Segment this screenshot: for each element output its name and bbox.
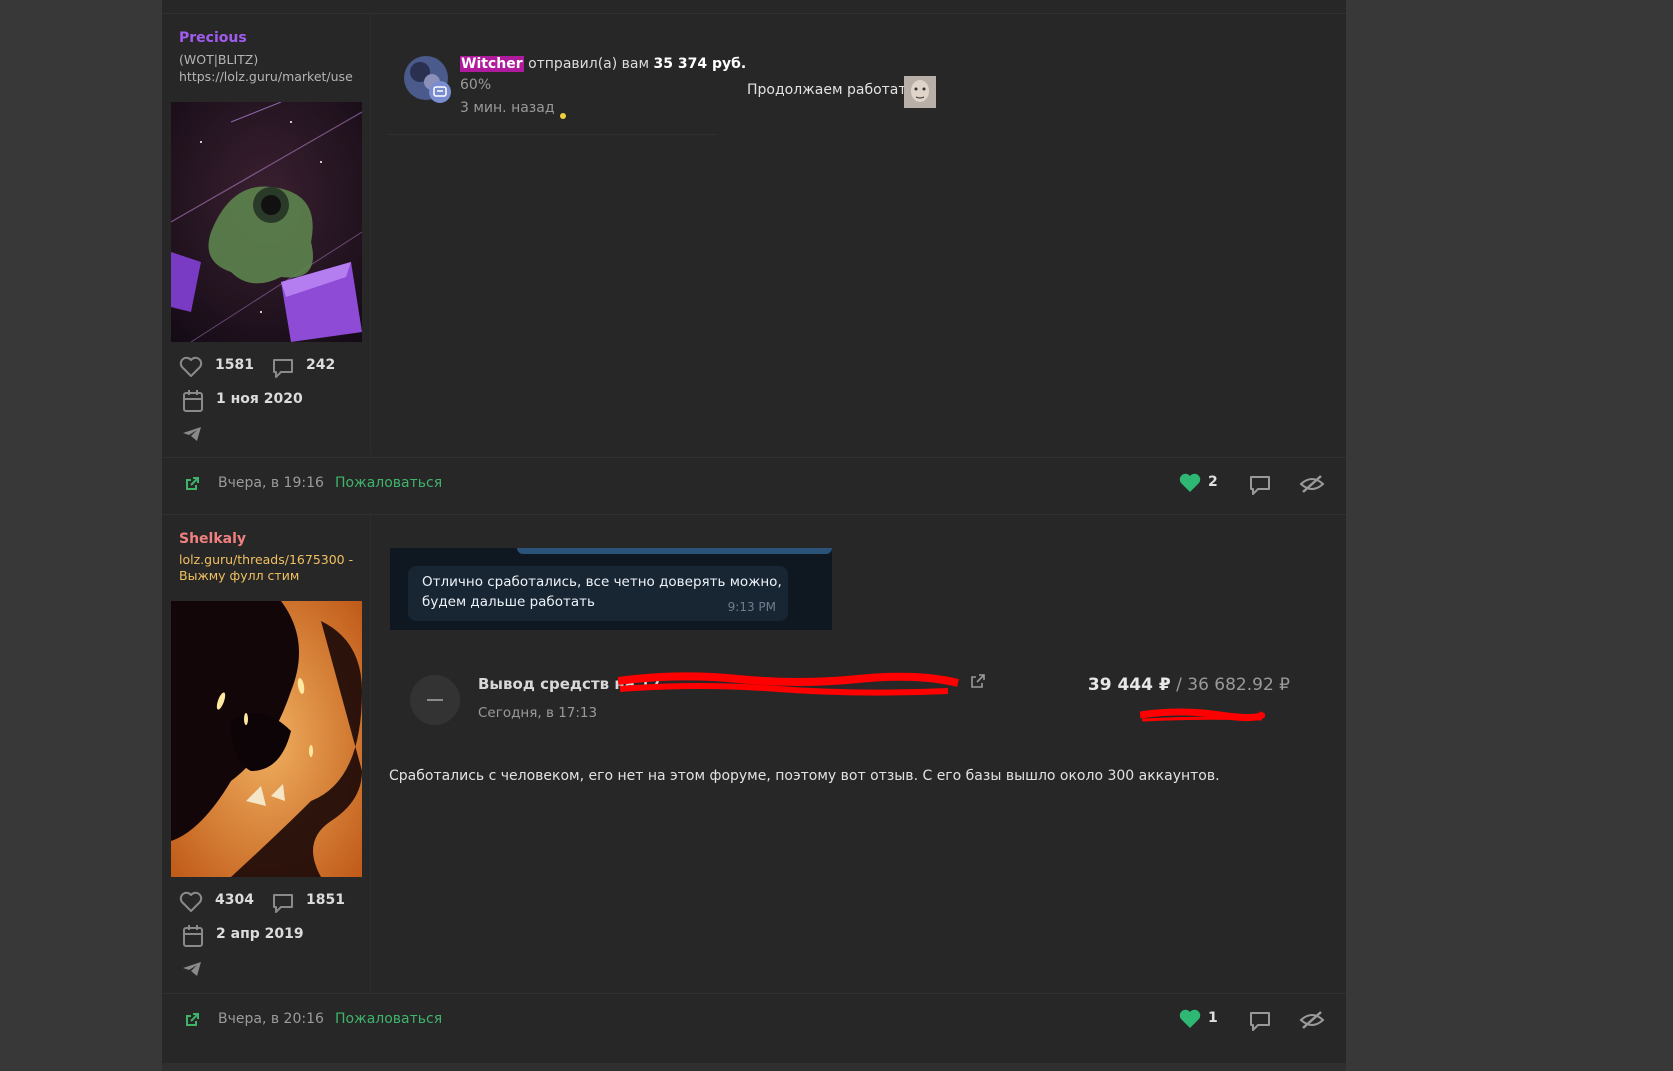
face-emoji-icon xyxy=(904,76,936,112)
withdrawal-amount-secondary: 36 682.92 ₽ xyxy=(1187,675,1290,695)
author-messages-count: 242 xyxy=(306,357,336,373)
chat-bubble: Отлично сработались, все четно доверять … xyxy=(408,566,788,621)
transfer-quote: Witcher отправил(а) вам 35 374 руб. 60% … xyxy=(388,42,746,135)
chat-message-line1: Отлично сработались, все четно доверять … xyxy=(422,574,782,590)
author-avatar[interactable] xyxy=(171,601,362,877)
author-title-link: https://lolz.guru/market/use xyxy=(179,69,353,84)
author-registered-date: 2 апр 2019 xyxy=(216,926,304,942)
sender-avatar xyxy=(404,56,452,108)
author-title-line2: Выжму фулл стим xyxy=(179,568,300,583)
post-footer-divider xyxy=(162,993,1346,994)
chat-screenshot: Отлично сработались, все четно доверять … xyxy=(390,548,832,630)
author-likes-count: 4304 xyxy=(215,892,254,908)
post: Shelkaly lolz.guru/threads/1675300 - Выж… xyxy=(162,515,1346,1050)
next-post-edge xyxy=(162,1063,1346,1071)
withdrawal-status-circle xyxy=(410,675,460,725)
transfer-time: 3 мин. назад xyxy=(460,100,555,116)
share-link-icon[interactable] xyxy=(185,476,200,495)
calendar-icon xyxy=(182,389,204,417)
author-likes-count: 1581 xyxy=(215,357,254,373)
message-bubble-icon xyxy=(272,892,294,918)
chat-message-time: 9:13 PM xyxy=(727,600,776,614)
heart-icon xyxy=(179,356,203,382)
post-like-count: 1 xyxy=(1208,1010,1218,1026)
withdrawal-card: Вывод средств на 17 Сегодня, в 17:13 39 … xyxy=(390,655,1290,735)
transfer-amount: 35 374 руб. xyxy=(653,56,747,72)
minus-icon xyxy=(427,699,443,701)
withdrawal-amount: 39 444 ₽ xyxy=(1087,675,1171,695)
chat-previous-bubble xyxy=(517,548,832,554)
heart-filled-icon[interactable] xyxy=(1178,1008,1202,1034)
post-like-count: 2 xyxy=(1208,474,1218,490)
author-messages-count: 1851 xyxy=(306,892,345,908)
author-title: (WOT|BLITZ) xyxy=(179,52,259,67)
heart-icon xyxy=(179,891,203,917)
reply-bubble-icon[interactable] xyxy=(1249,1010,1271,1036)
telegram-icon[interactable] xyxy=(182,426,202,446)
withdrawal-time: Сегодня, в 17:13 xyxy=(478,705,598,721)
post-author-sidebar: Shelkaly lolz.guru/threads/1675300 - Выж… xyxy=(162,515,371,991)
author-avatar[interactable] xyxy=(171,102,362,342)
external-link-icon[interactable] xyxy=(970,673,986,693)
reply-bubble-icon[interactable] xyxy=(1249,474,1271,500)
chat-message-line2: будем дальше работать xyxy=(422,594,595,610)
redaction-scribble xyxy=(617,669,978,705)
sun-icon xyxy=(558,106,568,125)
calendar-icon xyxy=(182,924,204,952)
report-link[interactable]: Пожаловаться xyxy=(335,475,442,491)
withdrawal-amounts: 39 444 ₽ / 36 682.92 ₽ xyxy=(1088,675,1290,695)
heart-filled-icon[interactable] xyxy=(1178,472,1202,498)
post-time[interactable]: Вчера, в 20:16 xyxy=(218,1011,324,1027)
redaction-scribble xyxy=(1139,705,1268,729)
message-bubble-icon xyxy=(272,357,294,383)
post-message: Продолжаем работать xyxy=(747,82,915,98)
post-time[interactable]: Вчера, в 19:16 xyxy=(218,475,324,491)
author-username[interactable]: Precious xyxy=(179,30,247,46)
post-author-sidebar: Precious (WOT|BLITZ) https://lolz.guru/m… xyxy=(162,14,371,454)
transfer-action: отправил(а) вам xyxy=(528,56,650,72)
author-username[interactable]: Shelkaly xyxy=(179,531,246,547)
thread-column: Precious (WOT|BLITZ) https://lolz.guru/m… xyxy=(162,0,1346,1071)
post: Precious (WOT|BLITZ) https://lolz.guru/m… xyxy=(162,14,1346,514)
sender-name[interactable]: Witcher xyxy=(460,56,524,72)
transfer-percent: 60% xyxy=(460,77,492,93)
amount-separator: / xyxy=(1176,675,1182,695)
hide-eye-icon[interactable] xyxy=(1299,472,1325,500)
share-link-icon[interactable] xyxy=(185,1012,200,1031)
telegram-icon[interactable] xyxy=(182,961,202,981)
report-link[interactable]: Пожаловаться xyxy=(335,1011,442,1027)
post-footer-divider xyxy=(162,457,1346,458)
author-title: lolz.guru/threads/1675300 - xyxy=(179,552,354,567)
author-registered-date: 1 ноя 2020 xyxy=(216,391,303,407)
hide-eye-icon[interactable] xyxy=(1299,1008,1325,1036)
post-message: Сработались с человеком, его нет на этом… xyxy=(389,768,1220,784)
transfer-headline: Witcher отправил(а) вам 35 374 руб. xyxy=(460,56,746,72)
